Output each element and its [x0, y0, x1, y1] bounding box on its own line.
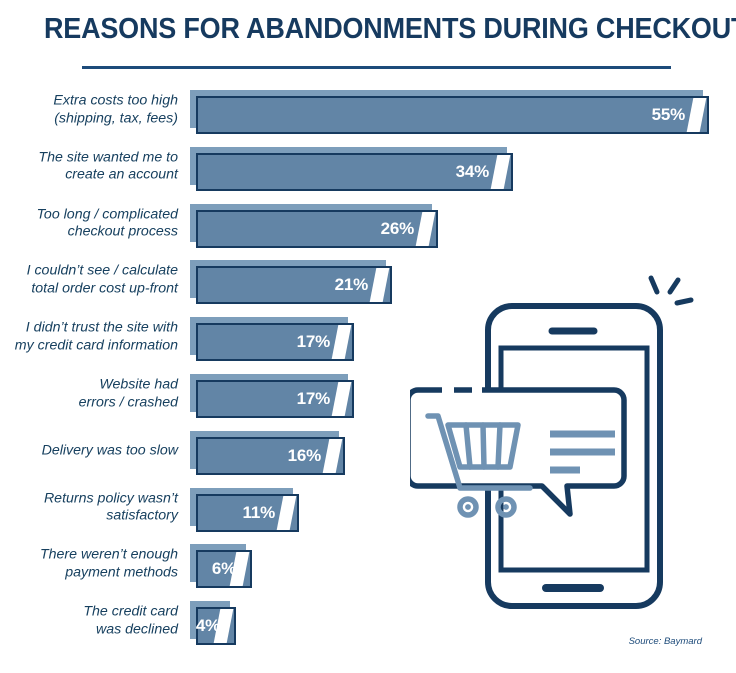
bar: 17%	[190, 317, 356, 362]
bar-value-label: 55%	[651, 105, 686, 124]
bar-fill: 4%	[195, 607, 236, 646]
bar-category-label: Delivery was too slow	[41, 442, 178, 459]
title-divider	[82, 66, 671, 69]
bar-category-label: Returns policy wasn’t satisfactory	[43, 490, 178, 524]
bar-value-label: 17%	[296, 332, 331, 352]
bar-value-label: 11%	[242, 502, 276, 522]
bar: 16%	[190, 430, 347, 475]
bar-fill: 6%	[196, 550, 252, 589]
bar-fill: 16%	[196, 436, 345, 475]
bar: 26%	[190, 203, 440, 248]
bar-highlight-slash	[490, 154, 511, 189]
bar-fill: 34%	[196, 152, 513, 191]
bar: 6%	[190, 544, 254, 589]
bar: 11%	[190, 487, 301, 532]
bar-fill: 21%	[196, 266, 392, 305]
source-credit: Source: Baymard	[628, 636, 702, 647]
bar-category-label: I didn’t trust the site with my credit c…	[14, 319, 178, 354]
bar-category-label: There weren’t enough payment methods	[39, 546, 178, 581]
bar-category-label: Too long / complicated checkout process	[36, 206, 178, 240]
bar: 4%	[190, 601, 238, 646]
bar-highlight-slash	[331, 382, 352, 416]
bar-value-label: 21%	[334, 275, 369, 295]
bar-value-label: 16%	[287, 445, 322, 465]
bar-fill: 55%	[196, 96, 709, 134]
bar-category-label: The credit card was declined	[83, 603, 178, 638]
bar-highlight-slash	[369, 268, 390, 303]
bar-highlight-slash	[415, 211, 436, 246]
infographic-root: REASONS FOR ABANDONMENTS DURING CHECKOUT…	[0, 0, 736, 673]
bar-category-label: The site wanted me to create an account	[38, 149, 178, 183]
bar-value-label: 26%	[380, 218, 415, 238]
bar-category-label: Website had errors / crashed	[78, 376, 178, 411]
bar-highlight-slash	[686, 98, 707, 132]
bar-category-label: I couldn’t see / calculate total order c…	[26, 262, 178, 297]
bar-highlight-slash	[331, 325, 352, 360]
bar-category-label: Extra costs too high (shipping, tax, fee…	[53, 92, 178, 127]
chart-row: Extra costs too high (shipping, tax, fee…	[0, 85, 736, 135]
checkout-illustration	[405, 268, 710, 630]
bar-value-label: 4%	[195, 616, 220, 636]
bar-highlight-slash	[276, 495, 297, 530]
notification-sparkle	[648, 275, 694, 306]
page-title: REASONS FOR ABANDONMENTS DURING CHECKOUT	[44, 13, 736, 45]
bar: 21%	[190, 260, 394, 305]
bar-value-label: 17%	[296, 389, 331, 408]
bar: 55%	[190, 90, 711, 134]
bar: 34%	[190, 146, 515, 191]
bar-fill: 11%	[196, 493, 299, 532]
chart-row: The site wanted me to create an account 3…	[0, 142, 736, 192]
bar-fill: 26%	[196, 209, 438, 248]
bar-value-label: 6%	[211, 559, 236, 579]
bar-fill: 17%	[196, 323, 354, 362]
bar-fill: 17%	[196, 380, 354, 418]
bar-value-label: 34%	[455, 161, 490, 181]
chart-row: Too long / complicated checkout process 2…	[0, 199, 736, 249]
bar-highlight-slash	[322, 438, 343, 473]
bar: 17%	[190, 374, 356, 418]
